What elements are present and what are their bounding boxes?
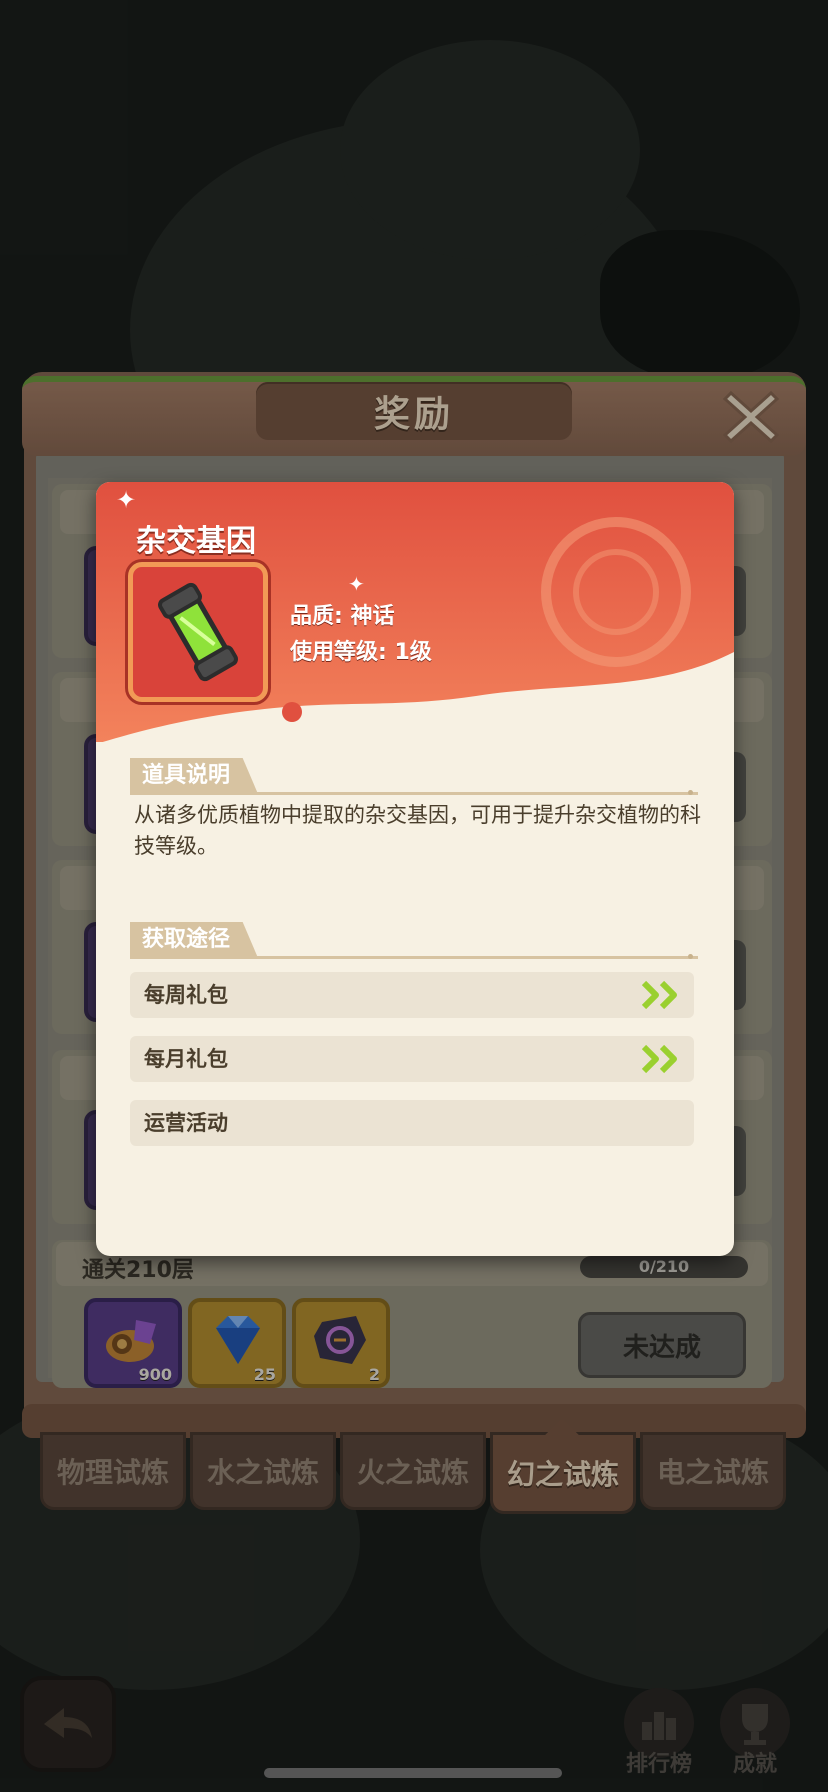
source-weekly-pack[interactable]: 每周礼包 [130,972,694,1018]
item-icon-frame [128,562,268,702]
section-divider-dot [688,790,693,795]
source-label: 运营活动 [144,1111,228,1135]
sparkle-icon: ✦ [348,572,365,596]
sparkle-icon: ✦ [116,486,137,514]
section-divider [130,792,698,795]
item-detail-popup: ✦ ✦ 杂交基因 品质: 神话 使用等级: 1级 道具说明 从诸多优质植物中提取… [96,482,734,1256]
source-label: 每月礼包 [144,1047,228,1071]
section-divider [130,956,698,959]
source-monthly-pack[interactable]: 每月礼包 [130,1036,694,1082]
section-divider-dot [688,954,693,959]
item-use-level: 使用等级: 1级 [290,640,432,665]
double-chevron-right-icon [642,980,677,1010]
section-heading-description: 道具说明 [130,758,259,794]
gene-capsule-icon [158,582,238,682]
source-events: 运营活动 [130,1100,694,1146]
source-label: 每周礼包 [144,983,228,1007]
item-name: 杂交基因 [136,524,256,559]
section-heading-source: 获取途径 [130,922,259,958]
double-chevron-right-icon [642,1044,677,1074]
item-quality: 品质: 神话 [290,604,395,629]
item-description: 从诸多优质植物中提取的杂交基因，可用于提升杂交植物的科技等级。 [134,803,701,858]
